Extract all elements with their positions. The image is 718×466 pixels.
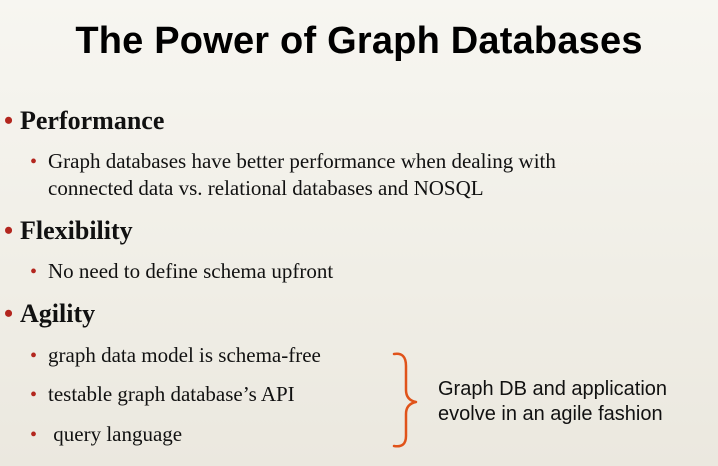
sub-bullet-agility-2: • testable graph database’s API	[30, 381, 295, 409]
performance-item-line1: Graph databases have better performance …	[48, 149, 556, 173]
bullet-dot-icon: •	[4, 216, 14, 245]
bullet-dot-icon: •	[30, 424, 38, 446]
slide-title: The Power of Graph Databases	[75, 20, 643, 62]
agility-item: query language	[48, 422, 183, 446]
curly-brace-icon	[392, 352, 418, 448]
flexibility-item: No need to define schema upfront	[48, 259, 334, 283]
agility-item: testable graph database’s API	[48, 382, 295, 406]
bullet-flexibility: • Flexibility	[4, 216, 133, 246]
sub-bullet-performance-1: • Graph databases have better performance…	[30, 148, 556, 202]
heading-flexibility: Flexibility	[20, 216, 133, 245]
bullet-dot-icon: •	[30, 151, 38, 173]
callout-line1: Graph DB and application	[438, 378, 668, 400]
bullet-dot-icon: •	[30, 384, 38, 406]
bullet-performance: • Performance	[4, 106, 164, 136]
heading-agility: Agility	[20, 299, 96, 328]
agility-item: graph data model is schema-free	[48, 343, 321, 367]
bullet-dot-icon: •	[30, 345, 38, 367]
sub-bullet-flexibility-1: • No need to define schema upfront	[30, 258, 333, 286]
sub-bullet-agility-3: • query language	[30, 421, 182, 449]
slide: The Power of Graph Databases • Performanc…	[0, 0, 718, 466]
callout-line2: evolve in an agile fashion	[438, 403, 663, 425]
heading-performance: Performance	[20, 106, 165, 135]
bullet-dot-icon: •	[30, 261, 38, 283]
bullet-dot-icon: •	[4, 106, 14, 135]
bullet-dot-icon: •	[4, 299, 14, 328]
agility-callout: Graph DB and application evolve in an ag…	[438, 377, 667, 427]
bullet-agility: • Agility	[4, 299, 95, 329]
sub-bullet-agility-1: • graph data model is schema-free	[30, 342, 321, 370]
performance-item-line2: connected data vs. relational databases …	[48, 176, 484, 200]
